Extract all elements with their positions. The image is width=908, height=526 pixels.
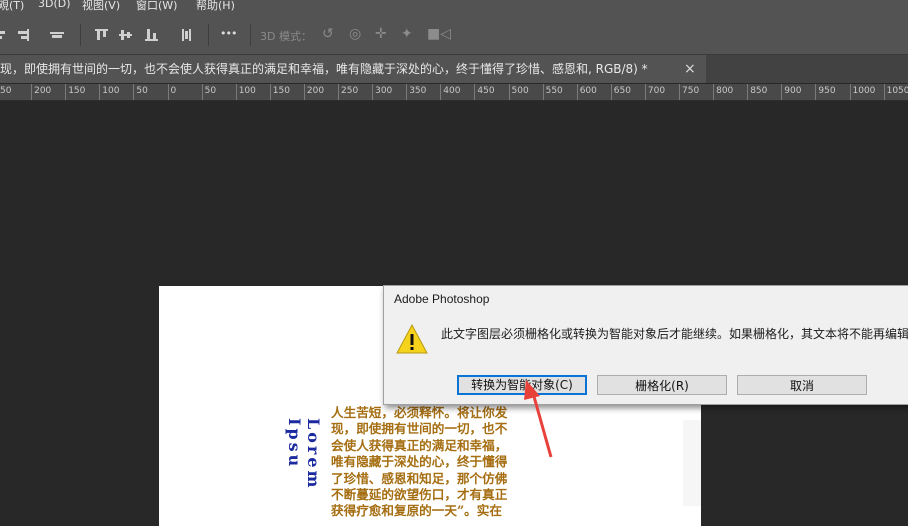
align-left-edges-icon[interactable] <box>0 29 10 41</box>
ruler-tick <box>269 84 271 100</box>
document-tab[interactable]: 现，即使拥有世间的一切，也不会使人获得真正的满足和幸福，唯有隐藏于深处的心，终于… <box>0 55 706 83</box>
menu-item-window[interactable]: 窗口(W) <box>136 0 177 13</box>
distribute-vertical-icon[interactable] <box>180 29 194 41</box>
more-options-icon[interactable]: ••• <box>220 27 237 40</box>
ruler-label: 0 <box>170 86 177 96</box>
ruler-label: 200 <box>306 86 325 96</box>
body-text-block: 人生苦短，必须释怀。将让你发 现，即使拥有世间的一切，也不 会使人获得真正的满足和幸… <box>331 405 547 520</box>
ruler-label: 950 <box>818 86 836 96</box>
ruler-label: 650 <box>613 86 631 96</box>
ruler-tick <box>474 84 476 100</box>
ruler-tick <box>372 84 374 100</box>
ruler-label: 800 <box>716 86 734 96</box>
ruler-label: 750 <box>682 86 700 96</box>
align-vertical-centers-icon[interactable] <box>119 29 133 41</box>
ruler-label: 150 <box>272 86 290 96</box>
menu-item-type[interactable]: 覌(T) <box>0 0 24 13</box>
body-text-line: 唯有隐藏于深处的心，终于懂得 <box>331 454 508 470</box>
scale-3d-icon[interactable]: ■◁ <box>427 26 451 42</box>
ruler-tick <box>235 84 237 100</box>
dialog-message: 此文字图层必须栅格化或转换为智能对象后才能继续。如果栅格化，其文本将不能再编辑 <box>441 327 908 341</box>
ruler-label: 100 <box>238 86 256 96</box>
pan-3d-icon[interactable]: ✛ <box>375 26 387 42</box>
ruler-tick <box>610 84 612 100</box>
ruler-tick <box>542 84 544 100</box>
convert-to-smart-object-button[interactable]: 转换为智能对象(C) <box>457 375 587 395</box>
align-top-edges-icon[interactable] <box>95 29 109 41</box>
body-text-line: 获得疗愈和复原的一天”。实在 <box>331 503 502 519</box>
ruler-tick <box>849 84 851 100</box>
ruler-tick <box>576 84 578 100</box>
ruler-tick <box>31 84 33 100</box>
ruler-tick <box>747 84 749 100</box>
horizontal-ruler[interactable]: 50 200 150 100 50 0 50 100 150 200 250 300 350 400 450… <box>0 84 908 101</box>
ruler-tick <box>133 84 135 100</box>
ruler-label: 250 <box>341 86 359 96</box>
roll-3d-icon[interactable]: ◎ <box>349 26 361 42</box>
ruler-label: 1050 <box>886 86 908 96</box>
ruler-tick <box>406 84 408 100</box>
ruler-tick <box>815 84 817 100</box>
ruler-tick <box>508 84 510 100</box>
align-bottom-edges-icon[interactable] <box>145 29 159 41</box>
ruler-tick <box>201 84 203 100</box>
ruler-tick <box>99 84 101 100</box>
ruler-tick <box>781 84 783 100</box>
ruler-tick <box>679 84 680 100</box>
dialog-title: Adobe Photoshop <box>394 292 490 306</box>
orbit-3d-icon[interactable]: ↺ <box>322 26 334 42</box>
text-bounding-box <box>683 420 701 506</box>
ruler-label: 550 <box>545 86 563 96</box>
ruler-label: 50 <box>204 86 217 96</box>
vertical-title-text: Lorem Ipsu <box>285 418 323 491</box>
divider <box>208 24 209 46</box>
warning-icon <box>396 323 428 354</box>
ruler-label: 900 <box>784 86 802 96</box>
divider <box>250 24 251 46</box>
body-text-line: 人生苦短，必须释怀。将让你发 <box>331 405 508 420</box>
ruler-tick <box>303 84 305 100</box>
ruler-label: 100 <box>102 86 120 96</box>
body-text-line: 不断蔓延的欲望伤口，才有真正 <box>331 487 508 503</box>
ruler-label: 50 <box>0 86 12 96</box>
ruler-label: 500 <box>511 86 529 96</box>
align-right-edges-icon[interactable] <box>16 29 30 41</box>
ruler-tick <box>440 84 442 100</box>
ruler-label: 400 <box>443 86 461 96</box>
cancel-button[interactable]: 取消 <box>737 375 867 395</box>
document-tab-title: 现，即使拥有世间的一切，也不会使人获得真正的满足和幸福，唯有隐藏于深处的心，终于… <box>0 62 648 76</box>
divider <box>80 24 81 46</box>
ruler-tick <box>65 84 67 100</box>
body-text-line: 会使人获得真正的满足和幸福， <box>331 437 508 453</box>
ruler-label: 350 <box>409 86 427 96</box>
3d-mode-label: 3D 模式： <box>260 30 312 43</box>
menu-item-3d[interactable]: 3D(D) <box>38 0 71 10</box>
ruler-label: 450 <box>477 86 495 96</box>
options-bar: ••• 3D 模式： ↺ ◎ ✛ ✦ ■◁ <box>0 14 908 55</box>
ruler-tick <box>883 84 885 100</box>
ruler-label: 850 <box>750 86 768 96</box>
ruler-label: 200 <box>34 86 52 96</box>
ruler-label: 300 <box>375 86 393 96</box>
ruler-tick <box>167 84 169 100</box>
ruler-tick <box>644 84 646 100</box>
ruler-label: 50 <box>136 86 148 96</box>
slide-3d-icon[interactable]: ✦ <box>401 26 413 42</box>
document-tab-bar: 现，即使拥有世间的一切，也不会使人获得真正的满足和幸福，唯有隐藏于深处的心，终于… <box>0 55 908 83</box>
ruler-tick <box>338 84 339 100</box>
menu-item-view[interactable]: 视图(V) <box>82 0 120 13</box>
ruler-label: 600 <box>579 86 597 96</box>
ruler-tick <box>713 84 715 100</box>
ruler-label: 150 <box>68 86 86 96</box>
photoshop-alert-dialog: Adobe Photoshop 此文字图层必须栅格化或转换为智能对象后才能继续。… <box>383 285 908 405</box>
ruler-label: 1000 <box>852 86 876 96</box>
distribute-horizontal-icon[interactable] <box>50 29 64 41</box>
close-tab-icon[interactable]: × <box>684 55 696 83</box>
ruler-label: 700 <box>647 86 666 96</box>
body-text-line: 现，即使拥有世间的一切，也不 <box>331 421 508 437</box>
menu-bar: 覌(T) 3D(D) 视图(V) 窗口(W) 帮助(H) <box>0 0 908 14</box>
body-text-line: 了珍惜、感恩和知足，那个仿佛 <box>331 470 508 486</box>
menu-item-help[interactable]: 帮助(H) <box>196 0 235 13</box>
rasterize-button[interactable]: 栅格化(R) <box>597 375 727 395</box>
